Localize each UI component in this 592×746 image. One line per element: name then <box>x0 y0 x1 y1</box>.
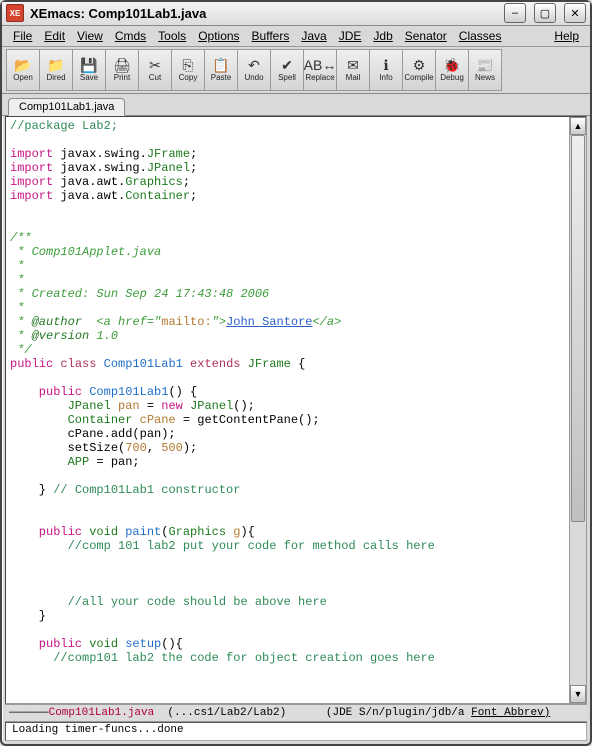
toolbar-label: Paste <box>211 73 231 82</box>
toolbar-label: Info <box>379 73 392 82</box>
toolbar-compile-button[interactable]: ⚙Compile <box>402 49 436 91</box>
toolbar-paste-button[interactable]: 📋Paste <box>204 49 238 91</box>
toolbar-label: Dired <box>46 73 65 82</box>
toolbar-save-button[interactable]: 💾Save <box>72 49 106 91</box>
dired-icon: 📁 <box>47 58 64 72</box>
info-icon: ℹ <box>383 58 388 72</box>
menu-jdb[interactable]: Jdb <box>368 27 397 45</box>
menu-senator[interactable]: Senator <box>400 27 452 45</box>
menu-help[interactable]: Help <box>549 27 584 45</box>
toolbar-label: News <box>475 73 495 82</box>
toolbar-cut-button[interactable]: ✂Cut <box>138 49 172 91</box>
close-button[interactable]: ✕ <box>564 3 586 23</box>
toolbar-label: Open <box>13 73 33 82</box>
menu-java[interactable]: Java <box>296 27 331 45</box>
print-icon: 🖨 <box>113 58 131 72</box>
spell-icon: ✔ <box>281 58 293 72</box>
toolbar-label: Replace <box>305 73 334 82</box>
toolbar-label: Mail <box>346 73 361 82</box>
toolbar-print-button[interactable]: 🖨Print <box>105 49 139 91</box>
toolbar-copy-button[interactable]: ⎘Copy <box>171 49 205 91</box>
app-window: XE XEmacs: Comp101Lab1.java – ▢ ✕ File E… <box>0 0 592 746</box>
menu-edit[interactable]: Edit <box>39 27 70 45</box>
menu-classes[interactable]: Classes <box>454 27 507 45</box>
menu-jde[interactable]: JDE <box>334 27 367 45</box>
toolbar: 📂Open📁Dired💾Save🖨Print✂Cut⎘Copy📋Paste↶Un… <box>2 47 590 94</box>
compile-icon: ⚙ <box>413 58 426 72</box>
vertical-scrollbar[interactable]: ▲ ▼ <box>569 117 586 703</box>
save-icon: 💾 <box>80 58 97 72</box>
code-editor[interactable]: //package Lab2; import javax.swing.JFram… <box>6 117 569 703</box>
news-icon: 📰 <box>476 58 493 72</box>
scroll-thumb[interactable] <box>571 135 585 522</box>
menu-view[interactable]: View <box>72 27 108 45</box>
toolbar-label: Debug <box>440 73 464 82</box>
toolbar-news-button[interactable]: 📰News <box>468 49 502 91</box>
toolbar-undo-button[interactable]: ↶Undo <box>237 49 271 91</box>
tab-active-buffer[interactable]: Comp101Lab1.java <box>8 98 125 116</box>
menubar: File Edit View Cmds Tools Options Buffer… <box>2 26 590 48</box>
toolbar-label: Copy <box>179 73 198 82</box>
toolbar-label: Undo <box>244 73 263 82</box>
undo-icon: ↶ <box>248 58 260 72</box>
menu-buffers[interactable]: Buffers <box>247 27 295 45</box>
editor-wrap: //package Lab2; import javax.swing.JFram… <box>5 116 587 704</box>
buffer-tabs: Comp101Lab1.java <box>2 94 590 116</box>
mail-icon: ✉ <box>347 58 359 72</box>
open-icon: 📂 <box>14 58 31 72</box>
toolbar-spell-button[interactable]: ✔Spell <box>270 49 304 91</box>
debug-icon: 🐞 <box>443 58 460 72</box>
toolbar-info-button[interactable]: ℹInfo <box>369 49 403 91</box>
app-icon: XE <box>6 4 24 22</box>
window-title: XEmacs: Comp101Lab1.java <box>30 6 206 21</box>
replace-icon: AB↔ <box>304 58 337 72</box>
toolbar-label: Compile <box>404 73 433 82</box>
minibuffer[interactable]: Loading timer-funcs...done <box>5 722 587 741</box>
menu-tools[interactable]: Tools <box>153 27 191 45</box>
toolbar-label: Save <box>80 73 98 82</box>
toolbar-debug-button[interactable]: 🐞Debug <box>435 49 469 91</box>
titlebar: XE XEmacs: Comp101Lab1.java – ▢ ✕ <box>2 2 590 26</box>
toolbar-mail-button[interactable]: ✉Mail <box>336 49 370 91</box>
toolbar-dired-button[interactable]: 📁Dired <box>39 49 73 91</box>
menu-file[interactable]: File <box>8 27 37 45</box>
paste-icon: 📋 <box>212 58 229 72</box>
menu-options[interactable]: Options <box>193 27 244 45</box>
scroll-down-button[interactable]: ▼ <box>570 685 586 703</box>
scroll-up-button[interactable]: ▲ <box>570 117 586 135</box>
copy-icon: ⎘ <box>182 58 193 72</box>
minimize-button[interactable]: – <box>504 3 526 23</box>
cut-icon: ✂ <box>149 58 161 72</box>
toolbar-label: Cut <box>149 73 161 82</box>
scroll-track[interactable] <box>570 135 586 685</box>
toolbar-replace-button[interactable]: AB↔Replace <box>303 49 337 91</box>
maximize-button[interactable]: ▢ <box>534 3 556 23</box>
modeline: ——————Comp101Lab1.java (...cs1/Lab2/Lab2… <box>5 704 587 722</box>
toolbar-label: Spell <box>278 73 296 82</box>
toolbar-label: Print <box>114 73 130 82</box>
toolbar-open-button[interactable]: 📂Open <box>6 49 40 91</box>
menu-cmds[interactable]: Cmds <box>110 27 151 45</box>
